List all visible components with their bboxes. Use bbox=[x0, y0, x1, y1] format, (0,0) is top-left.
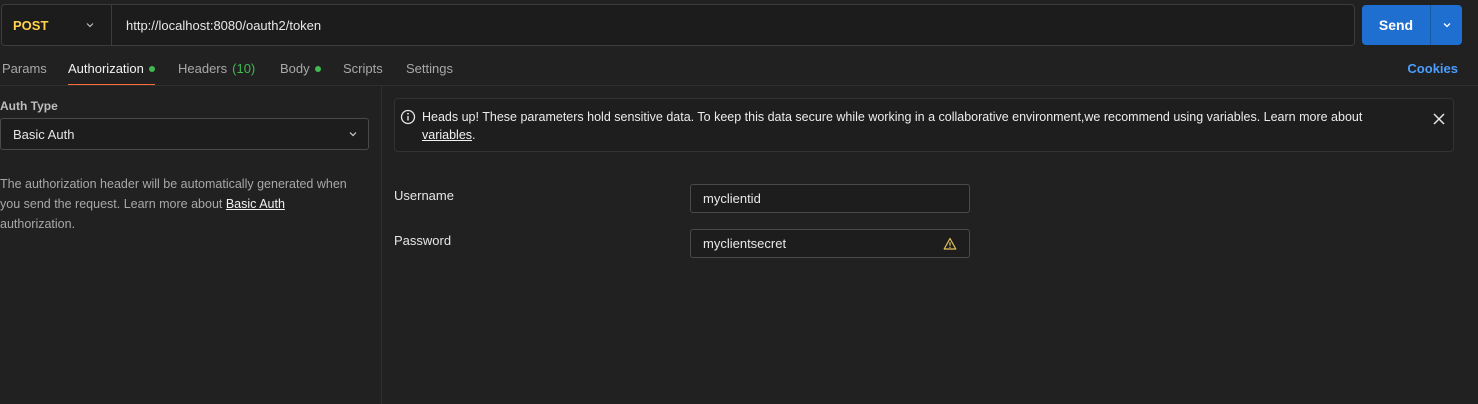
tab-scripts[interactable]: Scripts bbox=[343, 52, 383, 85]
username-label: Username bbox=[394, 188, 454, 203]
status-dot-icon bbox=[148, 65, 155, 72]
notice-message: Heads up! These parameters hold sensitiv… bbox=[422, 110, 1363, 124]
username-field bbox=[690, 184, 970, 213]
tab-label: Settings bbox=[406, 61, 453, 76]
status-dot-icon bbox=[314, 65, 321, 72]
auth-type-panel: Auth Type Basic Auth The authorization h… bbox=[0, 86, 382, 404]
method-label: POST bbox=[13, 17, 49, 33]
auth-type-label: Auth Type bbox=[0, 99, 58, 113]
send-options-button[interactable] bbox=[1430, 5, 1462, 45]
password-field bbox=[690, 229, 970, 258]
request-bar: POST bbox=[1, 4, 1355, 46]
tab-label: Params bbox=[2, 61, 47, 76]
close-icon[interactable] bbox=[1431, 111, 1447, 127]
tab-body[interactable]: Body bbox=[280, 52, 321, 85]
password-label: Password bbox=[394, 233, 452, 248]
notice-suffix: . bbox=[472, 128, 476, 142]
auth-description-text: The authorization header will be automat… bbox=[0, 177, 347, 211]
auth-description-suffix: authorization. bbox=[0, 217, 76, 231]
warning-icon bbox=[943, 237, 957, 250]
headers-count-badge: (10) bbox=[232, 61, 256, 76]
send-button-group: Send bbox=[1362, 5, 1462, 45]
chevron-down-icon bbox=[86, 23, 94, 28]
tab-settings[interactable]: Settings bbox=[406, 52, 453, 85]
variables-link[interactable]: variables bbox=[422, 128, 472, 142]
tab-label: Authorization bbox=[68, 61, 144, 76]
auth-type-value: Basic Auth bbox=[13, 126, 75, 142]
tab-headers[interactable]: Headers (10) bbox=[178, 52, 255, 85]
username-input[interactable] bbox=[703, 191, 957, 206]
tab-authorization[interactable]: Authorization bbox=[68, 52, 155, 85]
url-input[interactable] bbox=[112, 5, 1354, 45]
auth-description: The authorization header will be automat… bbox=[0, 174, 362, 234]
sensitive-data-notice: Heads up! These parameters hold sensitiv… bbox=[394, 98, 1454, 152]
tab-label: Scripts bbox=[343, 61, 383, 76]
tab-label: Headers bbox=[178, 61, 228, 76]
tab-label: Body bbox=[280, 61, 310, 76]
info-icon bbox=[400, 109, 416, 125]
password-input[interactable] bbox=[703, 236, 943, 251]
basic-auth-link[interactable]: Basic Auth bbox=[226, 197, 285, 211]
auth-type-select[interactable]: Basic Auth bbox=[0, 118, 369, 150]
method-select[interactable]: POST bbox=[2, 5, 112, 45]
cookies-link[interactable]: Cookies bbox=[1407, 52, 1458, 85]
send-button[interactable]: Send bbox=[1362, 5, 1430, 45]
chevron-down-icon bbox=[349, 132, 357, 137]
request-tabs: Params Authorization Headers (10) Body S… bbox=[0, 52, 1478, 86]
notice-text: Heads up! These parameters hold sensitiv… bbox=[422, 108, 1412, 144]
chevron-down-icon bbox=[1443, 23, 1450, 28]
tab-params[interactable]: Params bbox=[2, 52, 47, 85]
